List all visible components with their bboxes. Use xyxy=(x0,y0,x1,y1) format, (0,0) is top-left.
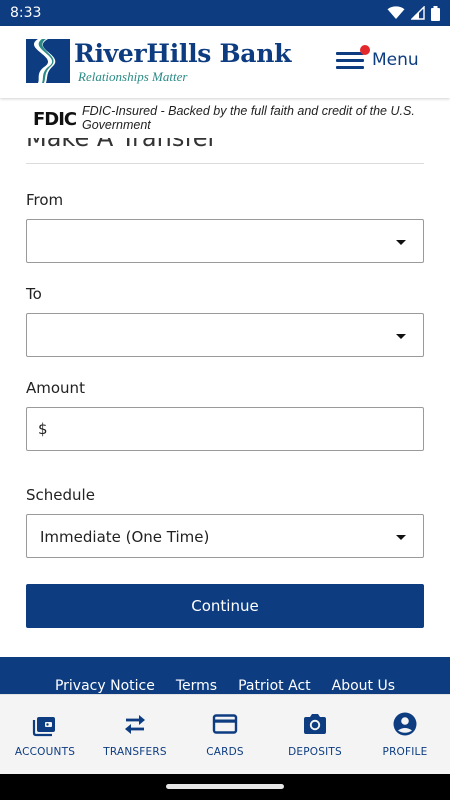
nav-accounts[interactable]: ACCOUNTS xyxy=(0,695,90,775)
amount-field[interactable]: $ xyxy=(26,407,424,451)
amount-label: Amount xyxy=(26,379,85,397)
status-bar: 8:33 xyxy=(0,0,450,26)
nav-profile[interactable]: PROFILE xyxy=(360,695,450,775)
from-label: From xyxy=(26,191,64,209)
patriot-act-link[interactable]: Patriot Act xyxy=(238,678,311,694)
riverhills-logo-icon xyxy=(26,39,70,83)
nav-profile-label: PROFILE xyxy=(382,746,428,758)
brand-tagline: Relationships Matter xyxy=(78,69,188,84)
battery-icon xyxy=(431,5,440,21)
from-account-select[interactable] xyxy=(26,219,424,263)
status-time: 8:33 xyxy=(10,5,42,21)
caret-down-icon xyxy=(396,535,406,540)
bottom-nav: ACCOUNTS TRANSFERS CARDS DEPOSITS PROFIL… xyxy=(0,694,450,774)
schedule-select[interactable]: Immediate (One Time) xyxy=(26,514,424,558)
nav-deposits[interactable]: DEPOSITS xyxy=(270,695,360,775)
brand-name: RiverHills Bank xyxy=(74,39,292,68)
home-gesture-handle[interactable] xyxy=(166,784,284,789)
to-account-select[interactable] xyxy=(26,313,424,357)
caret-down-icon xyxy=(396,334,406,339)
menu-label: Menu xyxy=(372,50,419,70)
footer: Privacy Notice Terms Patriot Act About U… xyxy=(0,657,450,697)
continue-button[interactable]: Continue xyxy=(26,584,424,628)
fdic-text: FDIC-Insured - Backed by the full faith … xyxy=(82,104,415,132)
nav-accounts-label: ACCOUNTS xyxy=(14,746,76,758)
footer-links: Privacy Notice Terms Patriot Act About U… xyxy=(0,678,450,694)
nav-transfers[interactable]: TRANSFERS xyxy=(90,695,180,775)
terms-link[interactable]: Terms xyxy=(176,678,217,694)
nav-deposits-label: DEPOSITS xyxy=(288,746,342,758)
currency-prefix: $ xyxy=(38,420,48,438)
caret-down-icon xyxy=(396,240,406,245)
cards-icon xyxy=(212,714,238,734)
to-label: To xyxy=(26,285,42,303)
nav-cards[interactable]: CARDS xyxy=(180,695,270,775)
privacy-notice-link[interactable]: Privacy Notice xyxy=(55,678,155,694)
about-us-link[interactable]: About Us xyxy=(332,678,395,694)
status-icons xyxy=(387,5,440,21)
app-header: RiverHills Bank Relationships Matter Men… xyxy=(0,26,450,98)
profile-icon xyxy=(393,712,417,736)
amount-input[interactable] xyxy=(55,408,415,450)
accounts-icon xyxy=(32,717,55,737)
signal-icon xyxy=(411,6,425,20)
nav-transfers-label: TRANSFERS xyxy=(103,746,167,758)
menu-button[interactable]: Menu xyxy=(336,45,424,75)
system-navigation-bar xyxy=(0,774,450,800)
hamburger-icon xyxy=(336,45,370,70)
schedule-value: Immediate (One Time) xyxy=(40,528,210,546)
transfers-icon xyxy=(125,715,145,734)
divider xyxy=(26,163,424,164)
wifi-icon xyxy=(387,6,405,19)
notification-dot xyxy=(360,45,370,55)
deposits-icon xyxy=(304,714,326,734)
fdic-banner: FDIC FDIC-Insured - Backed by the full f… xyxy=(0,98,450,138)
nav-cards-label: CARDS xyxy=(206,746,244,758)
schedule-label: Schedule xyxy=(26,486,95,504)
fdic-logo: FDIC xyxy=(33,109,77,130)
